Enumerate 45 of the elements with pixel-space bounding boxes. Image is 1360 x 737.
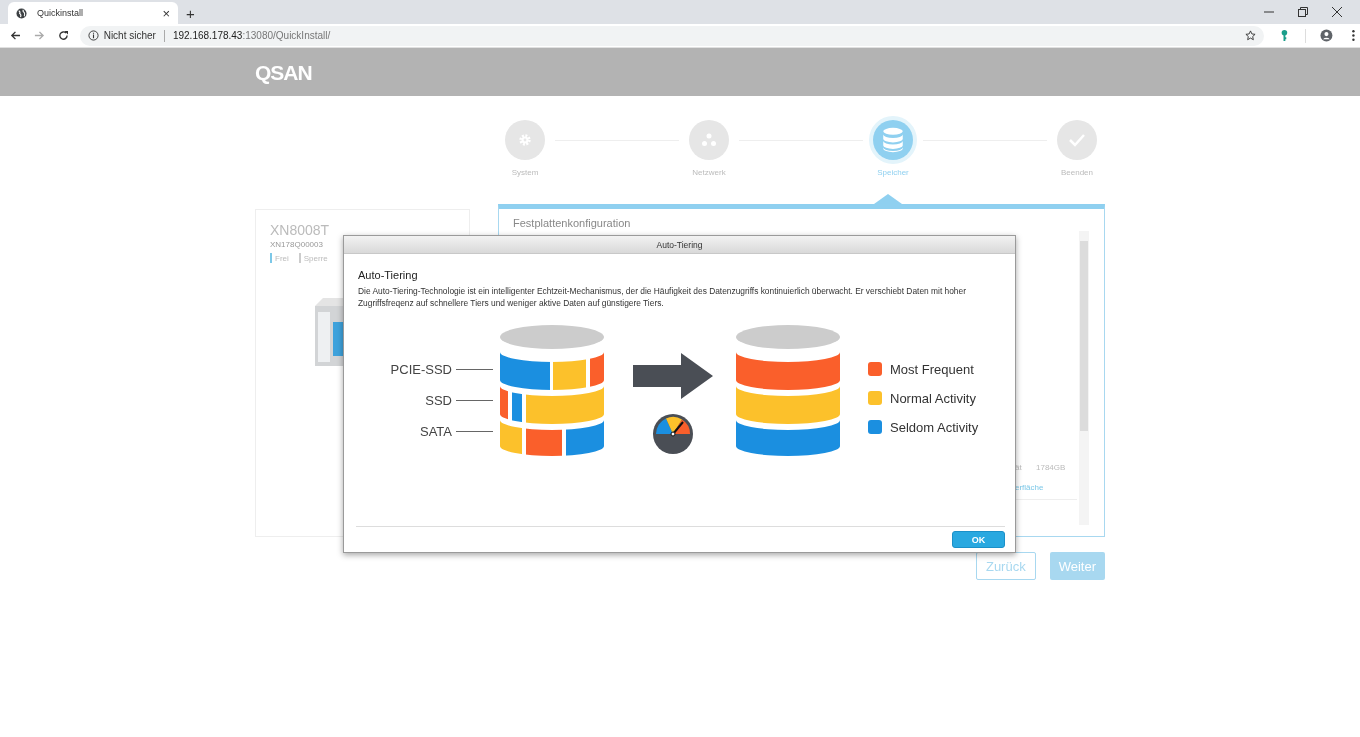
tier-label: SSD	[425, 392, 452, 408]
gear-icon	[518, 133, 532, 147]
dialog-description: Die Auto-Tiering-Technologie ist ein intelligenter Echtzeit-Mechanismus, der die Häufigkeit des Datenzugriffs kontinuierlich überwacht. Er verschiebt Daten mit hoher Zugriffsfreqenz auf schnellere Tiers und weniger aktive Daten auf günstigere Tiers.	[358, 285, 967, 309]
device-serial: XN178Q00003	[270, 240, 324, 249]
step-label: Netzwerk	[692, 168, 726, 177]
restore-icon[interactable]	[1298, 7, 1308, 17]
browser-tab[interactable]: Quickinstall ×	[8, 2, 178, 24]
profile-icon[interactable]	[1320, 29, 1334, 42]
dialog-heading: Auto-Tiering	[358, 268, 419, 282]
close-icon[interactable]	[1332, 7, 1342, 17]
step-indicator[interactable]	[873, 120, 913, 160]
security-label: Nicht sicher	[103, 30, 156, 41]
url-text: 192.168.178.43:13080/QuickInstall/	[172, 30, 331, 41]
star-icon[interactable]	[1245, 30, 1257, 41]
step-label: Speicher	[877, 168, 909, 177]
legend-label: Seldom Activity	[890, 419, 979, 435]
address-field[interactable]: Nicht sicher 192.168.178.43:13080/QuickInstall/	[79, 25, 1265, 46]
reload-icon[interactable]	[57, 30, 69, 41]
legend-label: Sperre	[303, 253, 328, 263]
arrow-icon	[633, 353, 713, 399]
new-tab-button[interactable]: +	[186, 6, 195, 21]
panel-title: Festplattenkonfiguration	[513, 217, 632, 229]
device-model: XN8008T	[270, 222, 331, 238]
capacity-value: 1784GB	[1036, 463, 1066, 472]
gauge-icon	[652, 413, 694, 455]
tier-label: SATA	[419, 423, 452, 439]
legend-label: Most Frequent	[890, 361, 974, 377]
leader-line	[456, 399, 493, 401]
tab-title: Quickinstall	[37, 8, 84, 18]
leader-line	[456, 430, 493, 432]
back-icon[interactable]	[10, 30, 21, 41]
scrollbar[interactable]	[1079, 231, 1089, 525]
tier-label: PCIE-SSD	[390, 361, 452, 377]
forward-icon[interactable]	[33, 30, 45, 41]
database-icon	[882, 127, 904, 153]
info-icon	[87, 30, 99, 41]
leader-line	[456, 368, 493, 370]
globe-icon	[16, 7, 27, 19]
logo: QSAN	[255, 61, 312, 84]
network-icon	[701, 132, 717, 148]
close-tab-button[interactable]: ×	[162, 6, 170, 20]
step-label: Beenden	[1061, 168, 1093, 177]
legend-label: Normal Activity	[890, 390, 976, 406]
dialog-title: Auto-Tiering	[656, 239, 703, 250]
legend-label: Frei	[275, 253, 289, 263]
